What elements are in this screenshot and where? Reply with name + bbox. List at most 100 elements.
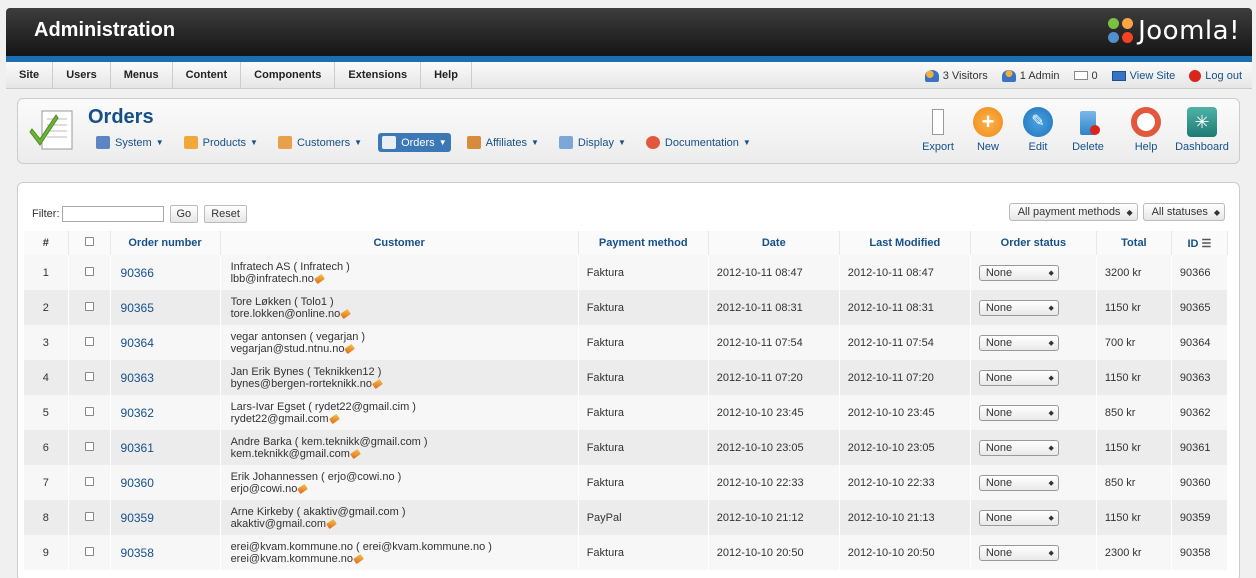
table-row[interactable]: 6 90361 Andre Barka ( kem.teknikk@gmail.co… bbox=[24, 430, 1229, 465]
row-checkbox[interactable] bbox=[84, 406, 94, 416]
menu-extensions[interactable]: Extensions bbox=[335, 62, 422, 89]
table-row[interactable]: 5 90362 Lars-Ivar Egset ( rydet22@gmail.ci… bbox=[24, 395, 1229, 430]
order-status-select[interactable]: None ◆ bbox=[978, 334, 1059, 351]
order-number-link[interactable]: 90361 bbox=[110, 430, 221, 465]
col-total[interactable]: Total bbox=[1096, 231, 1172, 255]
table-row[interactable]: 4 90363 Jan Erik Bynes ( Teknikken12 ) byne… bbox=[24, 360, 1229, 395]
order-status-select[interactable]: None ◆ bbox=[978, 299, 1059, 316]
row-checkbox[interactable] bbox=[84, 301, 94, 311]
help-button[interactable]: Help bbox=[1121, 107, 1171, 153]
tools-icon bbox=[96, 136, 110, 149]
edit-pencil-icon[interactable] bbox=[326, 518, 338, 529]
row-checkbox[interactable] bbox=[84, 371, 94, 381]
row-checkbox[interactable] bbox=[84, 546, 94, 556]
table-row[interactable]: 2 90365 Tore Løkken ( Tolo1 ) tore.lokken@o… bbox=[24, 290, 1229, 325]
row-checkbox[interactable] bbox=[84, 266, 94, 276]
col-date[interactable]: Date bbox=[708, 231, 840, 255]
table-row[interactable]: 1 90366 Infratech AS ( Infratech ) lbb@infr… bbox=[24, 255, 1229, 290]
row-checkbox[interactable] bbox=[84, 511, 94, 521]
edit-pencil-icon[interactable] bbox=[297, 483, 309, 494]
order-status-select[interactable]: None ◆ bbox=[978, 509, 1059, 526]
col-order-number[interactable]: Order number bbox=[110, 231, 221, 255]
row-checkbox[interactable] bbox=[84, 336, 94, 346]
new-button[interactable]: + New bbox=[963, 107, 1013, 153]
col-order-status[interactable]: Order status bbox=[970, 231, 1097, 255]
orders-table: # Order number Customer Payment method D… bbox=[24, 231, 1229, 570]
messages-status[interactable]: 0 bbox=[1073, 70, 1098, 82]
row-checkbox[interactable] bbox=[84, 441, 94, 451]
col-last-modified[interactable]: Last Modified bbox=[839, 231, 971, 255]
view-site-link[interactable]: View Site bbox=[1111, 70, 1175, 82]
row-checkbox-cell[interactable] bbox=[68, 500, 111, 535]
logout-link[interactable]: Log out bbox=[1189, 69, 1242, 82]
order-status-select[interactable]: None ◆ bbox=[978, 544, 1059, 561]
row-checkbox-cell[interactable] bbox=[68, 465, 111, 500]
order-status-select[interactable]: None ◆ bbox=[978, 439, 1059, 456]
row-checkbox-cell[interactable] bbox=[68, 395, 111, 430]
order-status-cell: None ◆ bbox=[970, 255, 1097, 290]
delete-button[interactable]: Delete bbox=[1063, 107, 1113, 153]
menu-users[interactable]: Users bbox=[53, 62, 111, 89]
subnav-customers[interactable]: Customers ▼ bbox=[274, 133, 366, 152]
subnav-orders[interactable]: Orders ▼ bbox=[378, 133, 451, 152]
order-status-select[interactable]: None ◆ bbox=[978, 404, 1059, 421]
edit-pencil-icon[interactable] bbox=[328, 413, 340, 424]
subnav-system[interactable]: System ▼ bbox=[92, 133, 168, 152]
select-all-checkbox[interactable] bbox=[84, 237, 94, 246]
col-customer[interactable]: Customer bbox=[220, 231, 579, 255]
subnav-products[interactable]: Products ▼ bbox=[180, 133, 262, 152]
table-row[interactable]: 9 90358 erei@kvam.kommune.no ( erei@kvam.k… bbox=[24, 535, 1229, 570]
table-row[interactable]: 7 90360 Erik Johannessen ( erjo@cowi.no ) e… bbox=[24, 465, 1229, 500]
edit-pencil-icon[interactable] bbox=[344, 343, 356, 354]
order-status-select[interactable]: None ◆ bbox=[978, 474, 1059, 491]
subnav-documentation[interactable]: Documentation ▼ bbox=[642, 133, 755, 152]
table-row[interactable]: 8 90359 Arne Kirkeby ( akaktiv@gmail.com )… bbox=[24, 500, 1229, 535]
order-number-link[interactable]: 90363 bbox=[110, 360, 221, 395]
order-number-link[interactable]: 90366 bbox=[110, 255, 221, 290]
subnav-display[interactable]: Display ▼ bbox=[555, 133, 630, 152]
row-checkbox[interactable] bbox=[84, 476, 94, 486]
status-select[interactable]: All statuses ◆ bbox=[1142, 203, 1225, 221]
menu-site[interactable]: Site bbox=[6, 62, 54, 89]
row-checkbox-cell[interactable] bbox=[68, 360, 111, 395]
col-payment-method[interactable]: Payment method bbox=[578, 231, 709, 255]
chevron-down-icon: ▼ bbox=[250, 138, 258, 147]
dashboard-button[interactable]: ✳ Dashboard bbox=[1171, 107, 1233, 153]
edit-button[interactable]: ✎ Edit bbox=[1013, 107, 1063, 153]
edit-pencil-icon[interactable] bbox=[353, 553, 364, 564]
reset-button[interactable]: Reset bbox=[204, 205, 247, 223]
customer-email: tore.lokken@online.no bbox=[230, 307, 341, 320]
order-number-link[interactable]: 90364 bbox=[110, 325, 221, 360]
menu-content[interactable]: Content bbox=[173, 62, 242, 89]
col-select-all[interactable] bbox=[68, 231, 111, 255]
go-button[interactable]: Go bbox=[169, 205, 199, 223]
row-checkbox-cell[interactable] bbox=[68, 255, 111, 290]
order-number-link[interactable]: 90359 bbox=[110, 500, 221, 535]
order-number-link[interactable]: 90365 bbox=[110, 290, 221, 325]
export-button[interactable]: Export bbox=[913, 107, 963, 153]
edit-pencil-icon[interactable] bbox=[313, 273, 325, 284]
joomla-logo[interactable]: Joomla! bbox=[1108, 16, 1240, 46]
row-checkbox-cell[interactable] bbox=[68, 325, 111, 360]
filter-input[interactable] bbox=[61, 206, 164, 222]
last-modified: 2012-10-10 22:33 bbox=[839, 465, 971, 500]
row-checkbox-cell[interactable] bbox=[68, 290, 111, 325]
table-row[interactable]: 3 90364 vegar antonsen ( vegarjan ) vegarja… bbox=[24, 325, 1229, 360]
order-number-link[interactable]: 90362 bbox=[110, 395, 221, 430]
menu-menus[interactable]: Menus bbox=[111, 62, 173, 89]
menu-components[interactable]: Components bbox=[241, 62, 336, 89]
last-modified: 2012-10-11 07:20 bbox=[839, 360, 971, 395]
order-number-link[interactable]: 90358 bbox=[110, 535, 221, 570]
order-number-link[interactable]: 90360 bbox=[110, 465, 221, 500]
menu-help[interactable]: Help bbox=[421, 62, 472, 89]
col-id[interactable]: ID ☰ bbox=[1171, 231, 1229, 255]
row-checkbox-cell[interactable] bbox=[68, 430, 111, 465]
edit-pencil-icon[interactable] bbox=[350, 448, 361, 459]
payment-method-select[interactable]: All payment methods ◆ bbox=[1008, 203, 1138, 221]
order-status-select[interactable]: None ◆ bbox=[978, 264, 1059, 281]
order-status-select[interactable]: None ◆ bbox=[978, 369, 1059, 386]
subnav-affiliates[interactable]: Affiliates ▼ bbox=[463, 133, 543, 152]
row-checkbox-cell[interactable] bbox=[68, 535, 111, 570]
edit-pencil-icon[interactable] bbox=[340, 308, 352, 319]
edit-pencil-icon[interactable] bbox=[372, 378, 383, 389]
